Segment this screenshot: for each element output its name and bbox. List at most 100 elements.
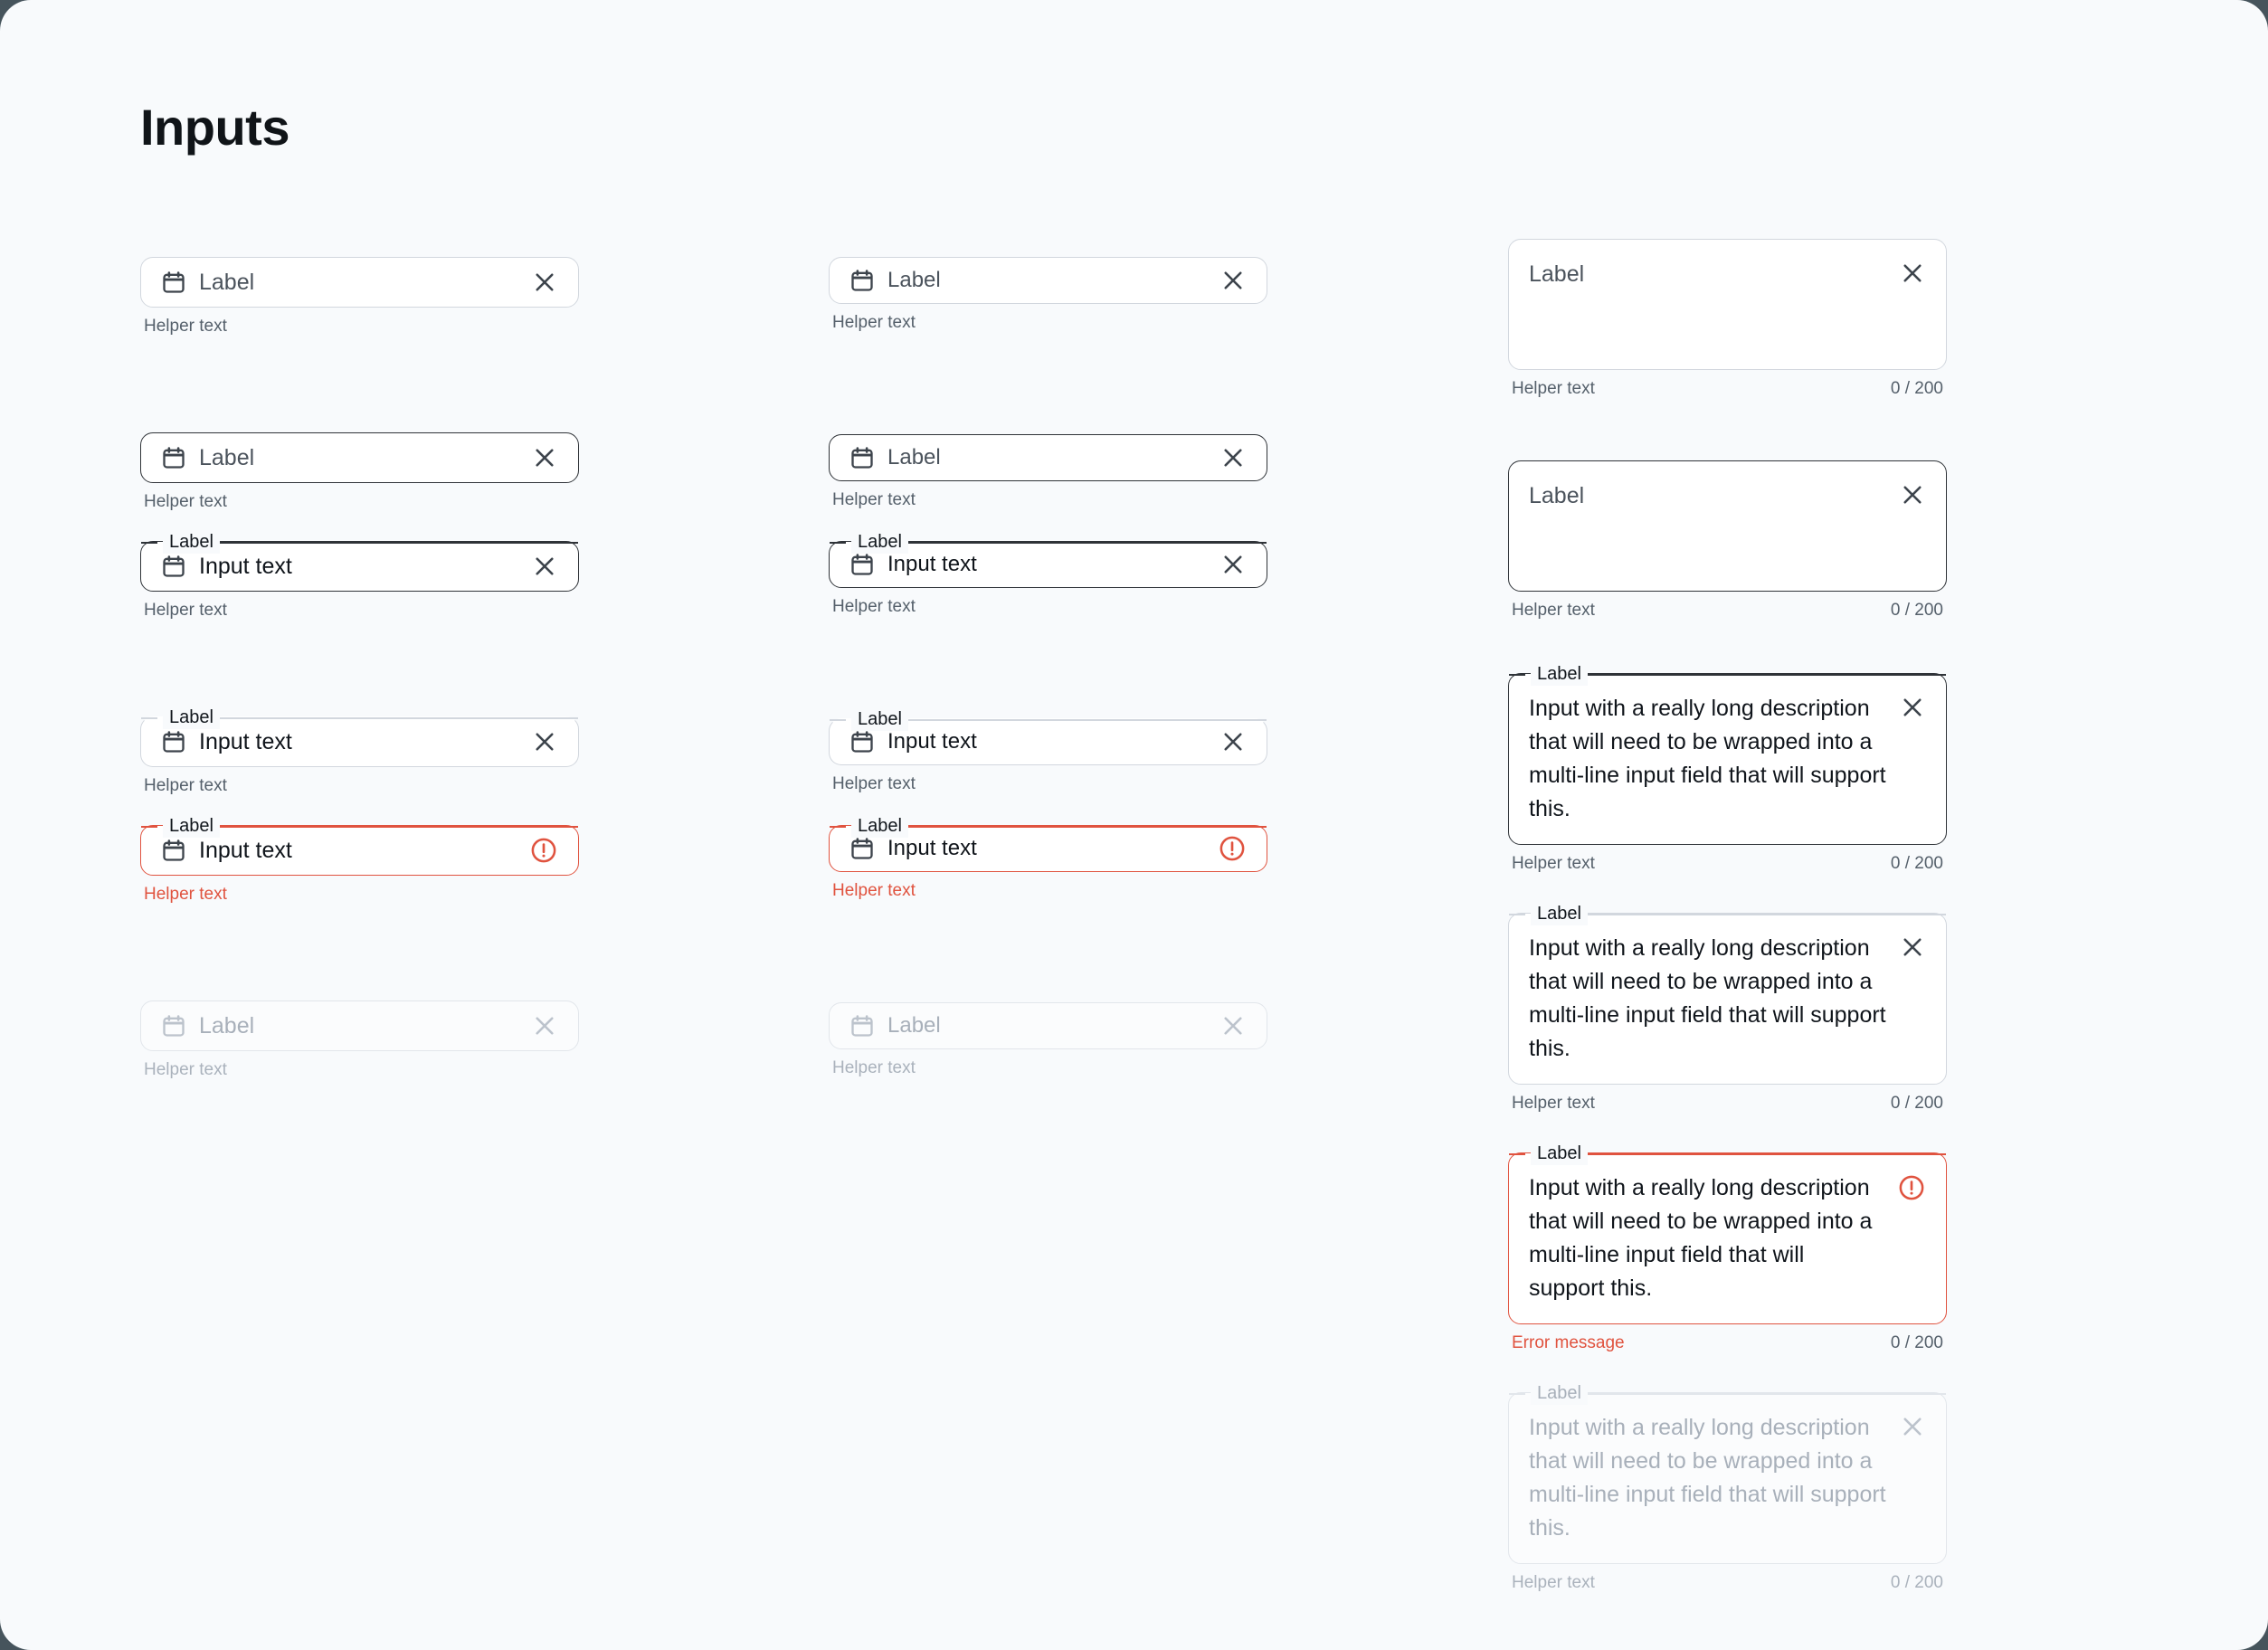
- input-field-filled: Label Input text Helper text: [140, 706, 579, 797]
- textarea-field-filled: Label Input with a really long descripti…: [1508, 902, 1947, 1114]
- input-field-rest: Label Helper text: [140, 257, 579, 337]
- close-icon[interactable]: [1219, 267, 1247, 294]
- input-box[interactable]: Label Input text: [140, 530, 579, 592]
- character-counter: 0 / 200: [1890, 1333, 1943, 1352]
- close-icon[interactable]: [1899, 1413, 1926, 1440]
- input-box[interactable]: Label Input text: [829, 814, 1267, 872]
- close-icon[interactable]: [1899, 260, 1926, 287]
- floating-label: Label: [163, 706, 220, 729]
- close-icon[interactable]: [1219, 551, 1247, 578]
- calendar-icon: [163, 731, 185, 753]
- close-icon[interactable]: [1899, 694, 1926, 721]
- floating-label: Label: [1531, 1381, 1588, 1405]
- close-icon[interactable]: [1219, 728, 1247, 755]
- helper-text: Helper text: [1512, 1094, 1595, 1113]
- input-field-rest: Label Helper text: [829, 257, 1267, 334]
- textarea-value: Input with a really long description tha…: [1529, 1175, 1873, 1301]
- helper-text: Helper text: [832, 313, 916, 332]
- calendar-icon: [163, 839, 185, 861]
- helper-row: Helper text: [829, 596, 1267, 618]
- helper-row: Helper text: [140, 491, 579, 513]
- close-icon[interactable]: [531, 269, 558, 296]
- character-counter: 0 / 200: [1890, 1094, 1943, 1113]
- input-value: Input text: [887, 729, 977, 754]
- helper-row: Helper text: [140, 775, 579, 797]
- input-field-disabled: Label Helper text: [829, 1002, 1267, 1079]
- calendar-icon: [851, 554, 873, 575]
- input-box[interactable]: Label Input text: [829, 530, 1267, 588]
- input-box[interactable]: Label: [140, 432, 579, 483]
- helper-row: Helper text 0 / 200: [1508, 1093, 1947, 1114]
- input-field-filled: Label Input text Helper text: [829, 707, 1267, 795]
- close-icon[interactable]: [531, 728, 558, 755]
- textarea-box[interactable]: Label Input with a really long descripti…: [1508, 1381, 1947, 1564]
- calendar-icon: [851, 1015, 873, 1037]
- textarea-box[interactable]: Label: [1508, 460, 1947, 592]
- textarea-field-hover: Label Helper text 0 / 200: [1508, 460, 1947, 621]
- textarea-box[interactable]: Label: [1508, 239, 1947, 370]
- input-box[interactable]: Label Input text: [140, 706, 579, 767]
- textarea-box[interactable]: Label Input with a really long descripti…: [1508, 1142, 1947, 1324]
- input-box[interactable]: Label: [829, 257, 1267, 304]
- textarea-box[interactable]: Label Input with a really long descripti…: [1508, 662, 1947, 845]
- input-value: Input text: [199, 729, 292, 754]
- close-icon[interactable]: [531, 1012, 558, 1039]
- input-value: Label: [887, 1013, 941, 1038]
- floating-label: Label: [851, 814, 908, 838]
- close-icon[interactable]: [1219, 1012, 1247, 1039]
- floating-label: Label: [851, 707, 908, 731]
- helper-row: Helper text 0 / 200: [1508, 853, 1947, 875]
- helper-text: Helper text: [144, 601, 227, 620]
- input-box[interactable]: Label Input text: [140, 814, 579, 876]
- helper-text: Helper text: [144, 776, 227, 795]
- input-value: Label: [199, 445, 255, 470]
- floating-label: Label: [1531, 1142, 1588, 1165]
- helper-row: Helper text: [829, 312, 1267, 334]
- input-box[interactable]: Label: [140, 257, 579, 308]
- helper-text: Helper text: [144, 317, 227, 336]
- alert-circle-icon: [531, 838, 556, 863]
- calendar-icon: [851, 270, 873, 291]
- input-box[interactable]: Label: [829, 1002, 1267, 1049]
- helper-text: Error message: [1512, 1333, 1625, 1352]
- helper-text: Helper text: [1512, 854, 1595, 873]
- calendar-icon: [851, 447, 873, 469]
- helper-text: Helper text: [832, 597, 916, 616]
- close-icon[interactable]: [1899, 934, 1926, 961]
- floating-label: Label: [1531, 902, 1588, 925]
- calendar-icon: [851, 838, 873, 859]
- helper-row: Helper text: [140, 1059, 579, 1081]
- input-box[interactable]: Label: [829, 434, 1267, 481]
- input-field-disabled: Label Helper text: [140, 1000, 579, 1081]
- input-box[interactable]: Label: [140, 1000, 579, 1051]
- textarea-field-error: Label Input with a really long descripti…: [1508, 1142, 1947, 1354]
- helper-row: Helper text 0 / 200: [1508, 1572, 1947, 1594]
- calendar-icon: [163, 271, 185, 293]
- textarea-value: Input with a really long description tha…: [1529, 935, 1886, 1061]
- close-icon[interactable]: [531, 553, 558, 580]
- calendar-icon: [163, 555, 185, 577]
- input-value: Label: [887, 445, 941, 469]
- calendar-icon: [851, 731, 873, 753]
- helper-text: Helper text: [144, 492, 227, 511]
- textarea-value: Input with a really long description tha…: [1529, 1415, 1886, 1541]
- floating-label: Label: [163, 530, 220, 554]
- close-icon[interactable]: [1219, 444, 1247, 471]
- input-field-focused: Label Input text Helper text: [829, 530, 1267, 618]
- input-field-error: Label Input text Helper text: [829, 814, 1267, 902]
- textarea-box[interactable]: Label Input with a really long descripti…: [1508, 902, 1947, 1085]
- helper-text: Helper text: [144, 1060, 227, 1079]
- helper-row: Helper text: [829, 880, 1267, 902]
- textarea-value: Label: [1529, 261, 1585, 287]
- input-field-hover: Label Helper text: [829, 434, 1267, 511]
- close-icon[interactable]: [531, 444, 558, 471]
- input-box[interactable]: Label Input text: [829, 707, 1267, 765]
- textarea-field-disabled: Label Input with a really long descripti…: [1508, 1381, 1947, 1594]
- page-title: Inputs: [140, 99, 289, 156]
- helper-text: Helper text: [832, 490, 916, 509]
- textarea-field-focused: Label Input with a really long descripti…: [1508, 662, 1947, 875]
- floating-label: Label: [1531, 662, 1588, 686]
- helper-row: Helper text 0 / 200: [1508, 600, 1947, 621]
- close-icon[interactable]: [1899, 481, 1926, 508]
- input-field-error: Label Input text Helper text: [140, 814, 579, 906]
